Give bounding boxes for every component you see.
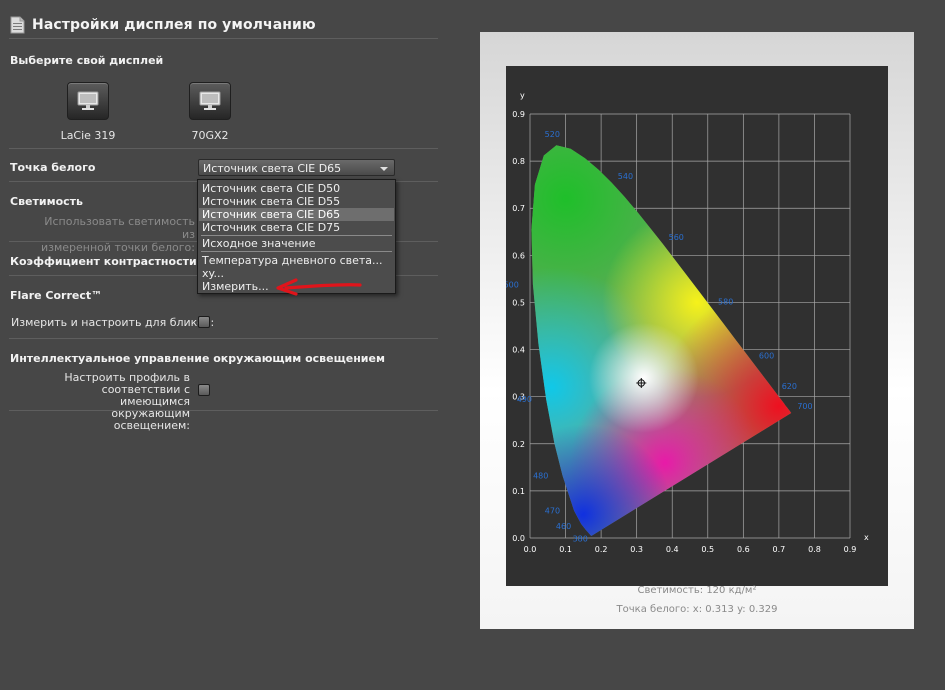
x-tick-label: 0.3	[630, 545, 643, 554]
chromaticity-chart: 0.0 0.1 0.2 0.3 0.4 0.5 0.6 0.7 0.8 0.9 0.0 0.1 0.2 0…	[506, 66, 888, 586]
y-tick-label: 0.2	[512, 440, 525, 449]
divider	[9, 338, 438, 339]
y-axis-label: y	[520, 91, 525, 100]
wavelength-label: 460	[556, 522, 571, 531]
flare-checkbox[interactable]	[198, 316, 210, 328]
x-axis-label: x	[864, 533, 869, 542]
dropdown-item-d65[interactable]: Источник света CIE D65	[199, 208, 394, 221]
document-icon	[10, 16, 26, 34]
display-section-title: Выберите свой дисплей	[10, 54, 164, 67]
x-tick-label: 0.5	[701, 545, 714, 554]
whitepoint-info: Точка белого: x: 0.313 y: 0.329	[480, 604, 914, 615]
whitepoint-info-x: x: 0.313	[692, 604, 734, 615]
ambient-checkbox[interactable]	[198, 384, 210, 396]
ambient-section-title: Интеллектуальное управление окружающим о…	[10, 352, 385, 365]
y-tick-label: 0.9	[512, 110, 525, 119]
flare-section-title: Flare Correct™	[10, 289, 103, 302]
white-point-label: Точка белого	[10, 161, 96, 174]
wavelength-label: 620	[782, 382, 797, 391]
y-tick-label: 0.7	[512, 204, 525, 213]
display-label: LaCie 319	[60, 129, 116, 142]
luminance-option-label: Использовать светимость из измеренной то…	[40, 215, 195, 254]
spectral-locus-fill	[531, 145, 792, 536]
contrast-section-title: Коэффициент контрастности	[10, 255, 197, 268]
x-tick-label: 0.6	[737, 545, 750, 554]
luminance-info-label: Светимость:	[637, 585, 704, 596]
x-tick-label: 0.8	[808, 545, 821, 554]
monitor-icon[interactable]	[189, 82, 231, 120]
wavelength-label: 380	[573, 535, 588, 544]
dropdown-item-d50[interactable]: Источник света CIE D50	[199, 182, 394, 195]
luminance-option-line-1: Использовать светимость из	[44, 215, 195, 241]
y-tick-label: 0.6	[512, 251, 525, 260]
x-tick-label: 0.9	[844, 545, 857, 554]
display-label: 70GX2	[191, 129, 229, 142]
wavelength-label: 480	[533, 471, 548, 480]
ambient-option-line-3: окружающим освещением:	[111, 407, 190, 432]
wavelength-label: 520	[545, 130, 560, 139]
wavelength-label: 600	[759, 352, 774, 361]
divider	[9, 38, 438, 39]
dropdown-item-native[interactable]: Исходное значение	[199, 237, 394, 250]
luminance-info: Светимость: 120 кд/м²	[480, 585, 914, 596]
y-tick-label: 0.4	[512, 346, 525, 355]
luminance-option-line-2: измеренной точки белого:	[40, 241, 195, 254]
y-tick-label: 0.5	[512, 298, 525, 307]
title-bar: Настройки дисплея по умолчанию	[10, 13, 316, 37]
chevron-down-icon[interactable]	[380, 167, 388, 171]
white-point-selected-value: Источник света CIE D65	[203, 162, 342, 175]
display-lacie-319[interactable]: LaCie 319	[43, 82, 133, 142]
x-tick-label: 0.0	[524, 545, 537, 554]
display-70gx2[interactable]: 70GX2	[165, 82, 255, 142]
x-tick-label: 0.1	[559, 545, 572, 554]
red-arrow-icon	[276, 278, 362, 296]
x-tick-label: 0.4	[666, 545, 679, 554]
wavelength-label: 500	[506, 281, 519, 290]
divider	[9, 148, 438, 149]
y-tick-label: 0.0	[512, 534, 525, 543]
wavelength-label: 540	[618, 172, 633, 181]
wavelength-label: 560	[669, 233, 684, 242]
y-tick-label: 0.8	[512, 157, 525, 166]
y-tick-label: 0.1	[512, 487, 525, 496]
dropdown-separator	[201, 235, 392, 236]
luminance-section-title: Светимость	[10, 195, 83, 208]
page-title: Настройки дисплея по умолчанию	[32, 17, 316, 33]
dropdown-item-daylight-temp[interactable]: Температура дневного света...	[199, 254, 394, 267]
whitepoint-info-label: Точка белого:	[616, 604, 690, 615]
white-point-select[interactable]: Источник света CIE D65	[198, 159, 395, 176]
whitepoint-info-y: y: 0.329	[737, 604, 778, 615]
ambient-option-label: Настроить профиль в соответствии с имеющ…	[40, 372, 190, 432]
chromaticity-panel: 0.0 0.1 0.2 0.3 0.4 0.5 0.6 0.7 0.8 0.9 0.0 0.1 0.2 0…	[480, 32, 914, 629]
dropdown-item-d75[interactable]: Источник света CIE D75	[199, 221, 394, 234]
luminance-info-value: 120 кд/м²	[706, 585, 757, 596]
cie-diagram: 0.0 0.1 0.2 0.3 0.4 0.5 0.6 0.7 0.8 0.9 0.0 0.1 0.2 0…	[506, 91, 869, 554]
wavelength-label: 470	[545, 507, 560, 516]
monitor-icon[interactable]	[67, 82, 109, 120]
divider	[9, 410, 438, 411]
x-tick-label: 0.2	[595, 545, 608, 554]
flare-option-label: Измерить и настроить для бликов:	[11, 316, 215, 329]
dropdown-separator	[201, 251, 392, 252]
wavelength-label: 490	[517, 395, 532, 404]
dropdown-item-d55[interactable]: Источник света CIE D55	[199, 195, 394, 208]
x-tick-label: 0.7	[773, 545, 786, 554]
ambient-option-line-2: соответствии с имеющимся	[101, 383, 190, 408]
wavelength-label: 580	[718, 298, 733, 307]
wavelength-label: 700	[797, 402, 812, 411]
